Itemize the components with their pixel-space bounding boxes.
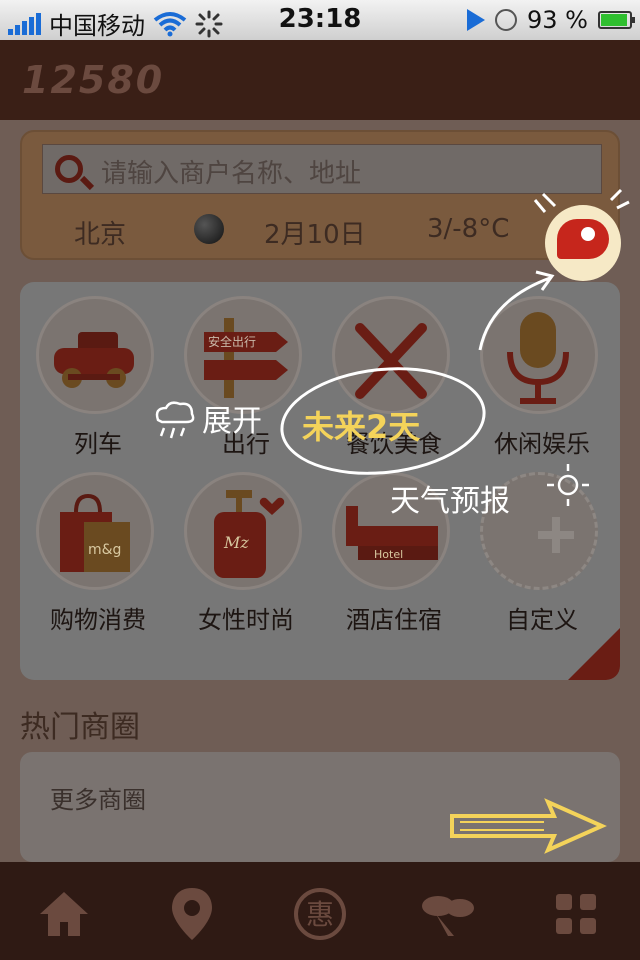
main-content: 请输入商户名称、地址 北京 2月10日 3/-8°C 列车 安全出行 出行 餐饮… [0,120,640,862]
tab-more[interactable] [546,884,606,944]
category-travel[interactable]: 安全出行 出行 [172,286,320,476]
weather-temperature: 3/-8°C [427,214,510,244]
discount-icon: 惠 [294,888,346,940]
more-areas-card[interactable]: 更多商圈 [20,752,620,862]
fork-knife-icon [355,323,427,399]
search-icon [55,155,83,183]
hotel-bed-icon: Hotel [346,506,438,561]
bottom-tab-bar: 惠 [0,862,640,960]
signpost-icon: 安全出行 [204,318,288,398]
microphone-icon [507,312,569,404]
category-grid: 列车 安全出行 出行 餐饮美食 休闲娱乐 m&g 购物消费 Mz 女性时尚 Ho… [20,282,620,680]
category-train[interactable]: 列车 [24,286,172,476]
category-label: 出行 [222,430,270,458]
category-label: 购物消费 [50,606,146,634]
tab-map[interactable] [162,884,222,944]
category-shopping[interactable]: m&g 购物消费 [24,462,172,652]
more-areas-label: 更多商圈 [50,786,146,814]
category-label: 酒店住宿 [346,606,442,634]
weather-city: 北京 [74,220,127,250]
signpost-text: 安全出行 [208,334,256,349]
search-input[interactable]: 请输入商户名称、地址 [42,144,602,194]
weather-date: 2月10日 [264,220,366,250]
map-pin-icon [172,888,212,940]
home-icon [40,892,88,936]
app-header: 12580 [0,40,640,120]
category-hotel[interactable]: Hotel 酒店住宿 [320,462,468,652]
cosmetic-bottle-icon: Mz [214,490,285,578]
location-pin-icon [581,227,595,241]
category-label: 女性时尚 [198,606,294,634]
tab-home[interactable] [34,884,94,944]
play-icon [467,9,486,31]
tab-social[interactable] [418,884,478,944]
bottle-text: Mz [223,533,249,552]
train-icon [54,332,134,388]
weather-row[interactable]: 北京 2月10日 3/-8°C [22,206,618,258]
battery-percent: 93 % [527,6,588,34]
add-icon [538,517,574,553]
category-leisure[interactable]: 休闲娱乐 [468,286,616,476]
tab-discount[interactable]: 惠 [290,884,350,944]
shopping-bag-icon: m&g [60,493,130,572]
clock-icon [495,9,518,31]
category-label: 列车 [74,430,122,458]
bed-text: Hotel [374,548,403,561]
bag-text: m&g [88,542,121,558]
category-label: 休闲娱乐 [494,430,590,458]
discount-text: 惠 [306,898,334,931]
app-logo: 12580 [22,58,165,102]
battery-icon [598,11,635,29]
category-food[interactable]: 餐饮美食 [320,286,468,476]
search-weather-panel: 请输入商户名称、地址 北京 2月10日 3/-8°C [20,130,620,260]
globe-icon [194,214,224,244]
category-fashion[interactable]: Mz 女性时尚 [172,462,320,652]
hot-areas-title: 热门商圈 [20,710,140,745]
category-label: 自定义 [506,606,578,634]
category-custom[interactable]: 自定义 [468,462,616,652]
grid-icon [556,894,596,934]
social-icon [422,896,474,936]
weather-locate-button[interactable] [545,205,621,281]
status-bar: 中国移动 23:18 93 % [0,0,640,40]
category-label: 餐饮美食 [346,430,442,458]
search-placeholder: 请输入商户名称、地址 [101,159,362,189]
